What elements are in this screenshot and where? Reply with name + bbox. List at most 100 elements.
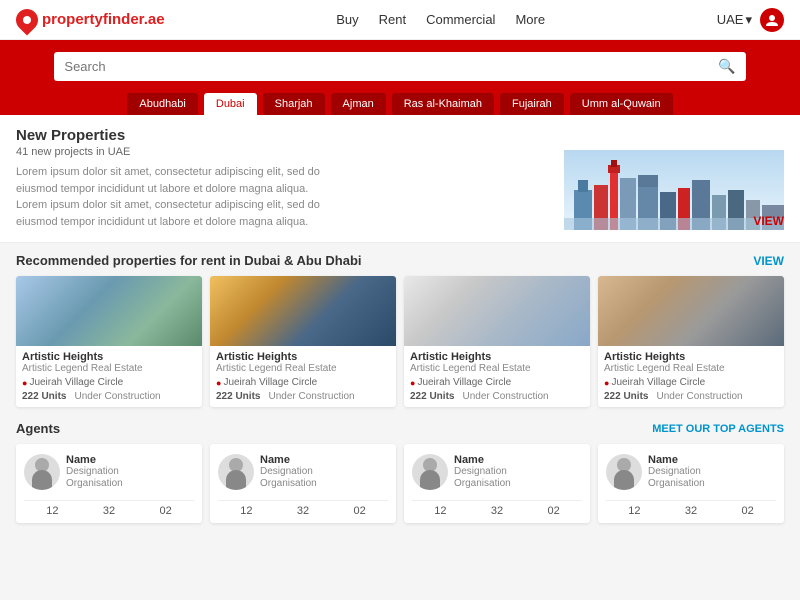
agent-info: Name Designation Organisation (648, 454, 705, 489)
agent-card-top: Name Designation Organisation (24, 454, 194, 490)
property-location: ● Jueirah Village Circle (604, 377, 778, 388)
user-avatar[interactable] (760, 8, 784, 32)
agent-avatar (606, 454, 642, 490)
agent-stat-3: 02 (548, 505, 560, 517)
property-image-4 (598, 276, 784, 346)
search-input[interactable] (64, 59, 718, 74)
agent-org: Organisation (454, 478, 511, 489)
agent-card: Name Designation Organisation 12 32 02 (404, 444, 590, 523)
location-icon: ● (410, 378, 415, 388)
nav-rent[interactable]: Rent (379, 12, 406, 27)
agent-avatar (24, 454, 60, 490)
property-card: Artistic Heights Artistic Legend Real Es… (598, 276, 784, 407)
city-tab-sharjah[interactable]: Sharjah (263, 93, 325, 115)
city-tab-abudhabi[interactable]: Abudhabi (127, 93, 198, 115)
property-name: Artistic Heights (604, 351, 778, 363)
np-view-button[interactable]: VIEW (753, 214, 784, 228)
agent-card: Name Designation Organisation 12 32 02 (598, 444, 784, 523)
recommended-view-button[interactable]: VIEW (753, 254, 784, 268)
city-tab-umm[interactable]: Umm al-Quwain (570, 93, 673, 115)
agent-stats: 12 32 02 (218, 500, 388, 517)
property-units: 222 Units (410, 391, 454, 402)
nav-more[interactable]: More (515, 12, 545, 27)
meet-top-agents-button[interactable]: MEET OUR TOP AGENTS (652, 423, 784, 435)
main-nav: Buy Rent Commercial More (336, 12, 545, 27)
agent-info: Name Designation Organisation (260, 454, 317, 489)
agent-designation: Designation (66, 466, 123, 477)
property-meta: 222 Units Under Construction (22, 391, 196, 402)
city-tab-fujairah[interactable]: Fujairah (500, 93, 564, 115)
property-org: Artistic Legend Real Estate (604, 363, 778, 374)
agents-title: Agents (16, 421, 60, 436)
search-icon: 🔍 (718, 58, 735, 75)
country-selector[interactable]: UAE (717, 12, 752, 28)
recommended-header: Recommended properties for rent in Dubai… (16, 253, 784, 268)
property-units: 222 Units (216, 391, 260, 402)
city-tabs: Abudhabi Dubai Sharjah Ajman Ras al-Khai… (16, 93, 784, 115)
agent-designation: Designation (648, 466, 705, 477)
property-location: ● Jueirah Village Circle (216, 377, 390, 388)
property-image-3 (404, 276, 590, 346)
property-card-body: Artistic Heights Artistic Legend Real Es… (404, 346, 590, 407)
agent-name: Name (260, 454, 317, 466)
property-location: ● Jueirah Village Circle (410, 377, 584, 388)
header: propertyfinder.ae Buy Rent Commercial Mo… (0, 0, 800, 40)
agent-stat-1: 12 (46, 505, 58, 517)
logo[interactable]: propertyfinder.ae (16, 9, 165, 31)
agent-card-top: Name Designation Organisation (218, 454, 388, 490)
property-name: Artistic Heights (410, 351, 584, 363)
agent-stat-1: 12 (628, 505, 640, 517)
city-tab-ras[interactable]: Ras al-Khaimah (392, 93, 494, 115)
agent-card-top: Name Designation Organisation (606, 454, 776, 490)
property-meta: 222 Units Under Construction (216, 391, 390, 402)
new-properties-banner: New Properties 41 new projects in UAE Lo… (0, 115, 800, 243)
property-image-1 (16, 276, 202, 346)
np-subtitle: 41 new projects in UAE (16, 146, 564, 158)
recommended-section: Recommended properties for rent in Dubai… (0, 243, 800, 413)
agent-stats: 12 32 02 (24, 500, 194, 517)
agent-stat-3: 02 (160, 505, 172, 517)
city-tab-dubai[interactable]: Dubai (204, 93, 257, 115)
agent-org: Organisation (66, 478, 123, 489)
property-card-body: Artistic Heights Artistic Legend Real Es… (210, 346, 396, 407)
agent-org: Organisation (648, 478, 705, 489)
agent-info: Name Designation Organisation (454, 454, 511, 489)
property-org: Artistic Legend Real Estate (410, 363, 584, 374)
agent-cards: Name Designation Organisation 12 32 02 N… (16, 444, 784, 523)
np-description: Lorem ipsum dolor sit amet, consectetur … (16, 164, 336, 230)
np-image (564, 127, 784, 230)
property-org: Artistic Legend Real Estate (216, 363, 390, 374)
property-units: 222 Units (604, 391, 648, 402)
nav-commercial[interactable]: Commercial (426, 12, 495, 27)
search-bar[interactable]: 🔍 (54, 52, 745, 81)
nav-buy[interactable]: Buy (336, 12, 358, 27)
location-icon: ● (216, 378, 221, 388)
agents-header: Agents MEET OUR TOP AGENTS (16, 421, 784, 436)
property-card: Artistic Heights Artistic Legend Real Es… (16, 276, 202, 407)
agent-designation: Designation (260, 466, 317, 477)
agents-section: Agents MEET OUR TOP AGENTS Name Designat… (0, 413, 800, 529)
agent-designation: Designation (454, 466, 511, 477)
agent-stat-3: 02 (354, 505, 366, 517)
property-card: Artistic Heights Artistic Legend Real Es… (210, 276, 396, 407)
agent-avatar (218, 454, 254, 490)
property-status: Under Construction (656, 391, 742, 402)
agent-stat-2: 32 (491, 505, 503, 517)
recommended-title: Recommended properties for rent in Dubai… (16, 253, 362, 268)
property-status: Under Construction (462, 391, 548, 402)
property-name: Artistic Heights (22, 351, 196, 363)
property-meta: 222 Units Under Construction (604, 391, 778, 402)
agent-name: Name (648, 454, 705, 466)
header-right: UAE (717, 8, 784, 32)
np-text: New Properties 41 new projects in UAE Lo… (16, 127, 564, 230)
agent-info: Name Designation Organisation (66, 454, 123, 489)
agent-stat-2: 32 (685, 505, 697, 517)
location-icon: ● (604, 378, 609, 388)
agent-name: Name (454, 454, 511, 466)
city-tab-ajman[interactable]: Ajman (331, 93, 386, 115)
agent-stat-2: 32 (103, 505, 115, 517)
property-org: Artistic Legend Real Estate (22, 363, 196, 374)
agent-stats: 12 32 02 (606, 500, 776, 517)
property-units: 222 Units (22, 391, 66, 402)
agent-card-top: Name Designation Organisation (412, 454, 582, 490)
